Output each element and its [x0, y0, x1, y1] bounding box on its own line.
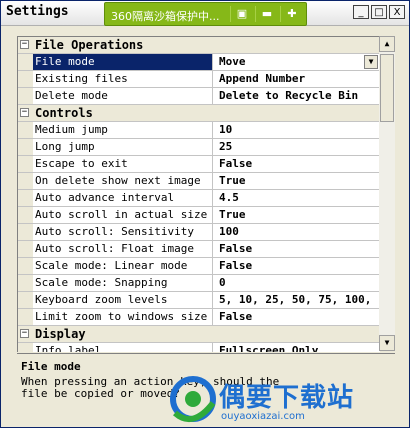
category-label: File Operations: [35, 38, 144, 52]
watermark-text: 偶要下载站: [219, 383, 355, 413]
window-controls: _ □ X: [353, 5, 405, 19]
property-name: Medium jump: [33, 122, 213, 138]
scroll-down-arrow-icon[interactable]: ▼: [379, 335, 395, 351]
sandbox-status-text: 360隔离沙箱保护中...: [111, 10, 220, 23]
property-row[interactable]: Auto scroll: Sensitivity 100: [18, 224, 380, 241]
vertical-scrollbar[interactable]: ▲ ▼: [379, 36, 395, 351]
property-name: Long jump: [33, 139, 213, 155]
property-name: Delete mode: [33, 88, 213, 104]
scroll-up-arrow-icon[interactable]: ▲: [379, 36, 395, 52]
property-value[interactable]: 5, 10, 25, 50, 75, 100, 125, 150,: [215, 292, 380, 308]
property-value[interactable]: False: [215, 241, 380, 257]
property-name: Auto scroll: Sensitivity: [33, 224, 213, 240]
category-header[interactable]: − Display: [18, 326, 380, 343]
property-row[interactable]: Auto advance interval 4.5: [18, 190, 380, 207]
sandbox-status-bar[interactable]: 360隔离沙箱保护中... ▣ ▬ ✚: [104, 2, 307, 26]
collapse-toggle-icon[interactable]: −: [20, 40, 29, 49]
property-name: Existing files: [33, 71, 213, 87]
property-row[interactable]: Delete mode Delete to Recycle Bin: [18, 88, 380, 105]
property-rows: − File Operations File mode Move ▼ Existing f…: [18, 37, 380, 352]
property-row[interactable]: Long jump 25: [18, 139, 380, 156]
property-name: Scale mode: Linear mode: [33, 258, 213, 274]
property-row[interactable]: Existing files Append Number: [18, 71, 380, 88]
collapse-toggle-icon[interactable]: −: [20, 108, 29, 117]
property-value[interactable]: Delete to Recycle Bin: [215, 88, 380, 104]
folder-icon[interactable]: ▬: [255, 6, 278, 22]
property-value[interactable]: 0: [215, 275, 380, 291]
property-row[interactable]: Limit zoom to windows size False: [18, 309, 380, 326]
property-name: Auto scroll in actual size: [33, 207, 213, 223]
property-name: Auto scroll: Float image: [33, 241, 213, 257]
window-title: Settings: [6, 4, 69, 19]
property-name: Auto advance interval: [33, 190, 213, 206]
property-value[interactable]: False: [215, 156, 380, 172]
property-name: Scale mode: Snapping: [33, 275, 213, 291]
property-value[interactable]: 25: [215, 139, 380, 155]
property-value[interactable]: False: [215, 258, 380, 274]
property-row[interactable]: Medium jump 10: [18, 122, 380, 139]
property-value[interactable]: True: [215, 207, 380, 223]
property-value[interactable]: False: [215, 309, 380, 325]
category-header[interactable]: − Controls: [18, 105, 380, 122]
sandbox-shield-icon[interactable]: ▣: [230, 6, 253, 22]
watermark: 偶要下载站 ouyaoxiazai.com: [167, 373, 409, 427]
property-row[interactable]: On delete show next image True: [18, 173, 380, 190]
maximize-button[interactable]: □: [371, 5, 387, 19]
category-header[interactable]: − File Operations: [18, 37, 380, 54]
property-value[interactable]: Append Number: [215, 71, 380, 87]
property-name: On delete show next image: [33, 173, 213, 189]
close-button[interactable]: X: [389, 5, 405, 19]
property-name: Escape to exit: [33, 156, 213, 172]
property-name: File mode: [33, 54, 213, 70]
property-value[interactable]: 4.5: [215, 190, 380, 206]
property-name: Limit zoom to windows size: [33, 309, 213, 325]
property-row[interactable]: Info label Fullscreen Only: [18, 343, 380, 352]
property-name: Info label: [33, 343, 213, 352]
property-value[interactable]: 10: [215, 122, 380, 138]
minimize-button[interactable]: _: [353, 5, 369, 19]
property-row[interactable]: Auto scroll in actual size True: [18, 207, 380, 224]
property-row[interactable]: Scale mode: Linear mode False: [18, 258, 380, 275]
dropdown-arrow-icon[interactable]: ▼: [364, 55, 378, 69]
watermark-url: ouyaoxiazai.com: [221, 411, 305, 422]
settings-window: Settings _ □ X 360隔离沙箱保护中... ▣ ▬ ✚ − File…: [0, 0, 410, 428]
property-value[interactable]: Move: [215, 54, 380, 70]
property-row[interactable]: Auto scroll: Float image False: [18, 241, 380, 258]
property-grid[interactable]: − File Operations File mode Move ▼ Existing f…: [17, 36, 380, 352]
property-value[interactable]: 100: [215, 224, 380, 240]
scroll-thumb[interactable]: [380, 54, 394, 122]
property-row[interactable]: Escape to exit False: [18, 156, 380, 173]
help-title: File mode: [21, 360, 81, 373]
pin-icon[interactable]: ✚: [280, 6, 303, 22]
property-value[interactable]: True: [215, 173, 380, 189]
collapse-toggle-icon[interactable]: −: [20, 329, 29, 338]
category-label: Controls: [35, 106, 93, 120]
property-row[interactable]: Keyboard zoom levels 5, 10, 25, 50, 75, 1…: [18, 292, 380, 309]
property-row[interactable]: Scale mode: Snapping 0: [18, 275, 380, 292]
watermark-logo-icon: [170, 376, 216, 423]
category-label: Display: [35, 327, 86, 341]
property-row[interactable]: File mode Move ▼: [18, 54, 380, 71]
property-value[interactable]: Fullscreen Only: [215, 343, 380, 352]
property-name: Keyboard zoom levels: [33, 292, 213, 308]
